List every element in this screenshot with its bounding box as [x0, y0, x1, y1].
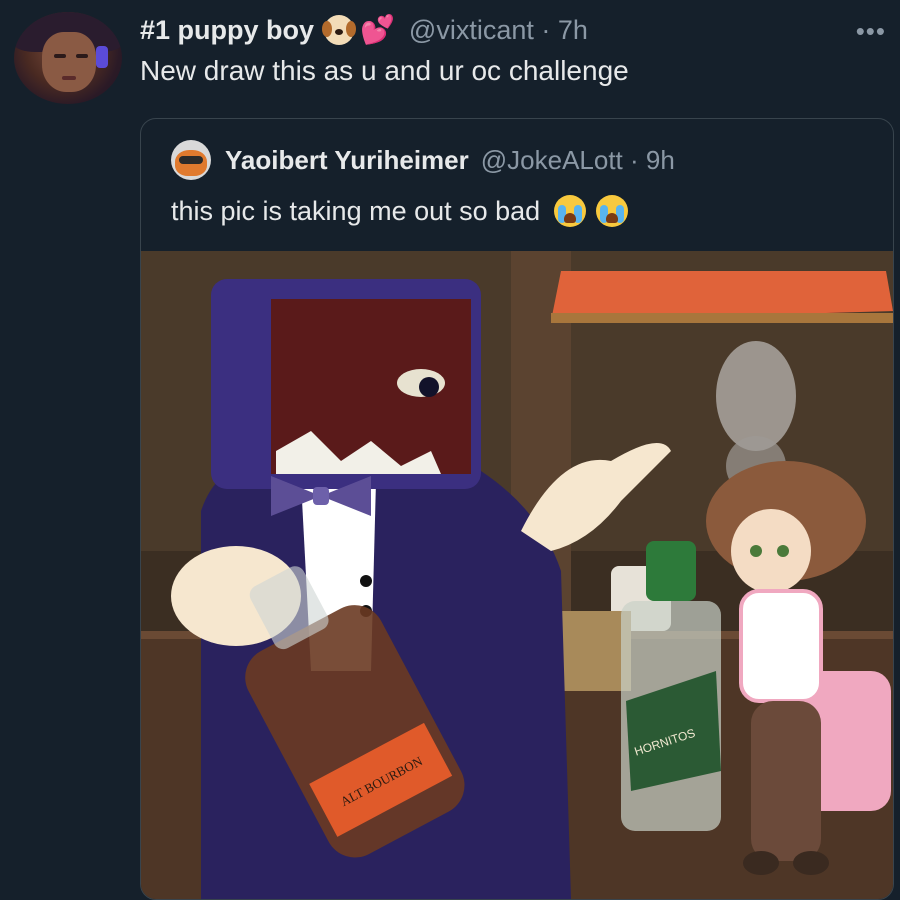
two-hearts-emoji-icon: 💕	[360, 14, 395, 45]
quoted-author-handle[interactable]: @JokeALott · 9h	[481, 145, 675, 176]
avatar-mouth	[62, 76, 76, 80]
quoted-tweet[interactable]: Yaoibert Yuriheimer @JokeALott · 9h this…	[140, 118, 894, 900]
tweet-header: #1 puppy boy 💕 @vixticant · 7h	[140, 12, 588, 48]
oc-face	[731, 509, 811, 593]
quoted-tweet-header: Yaoibert Yuriheimer @JokeALott · 9h	[171, 140, 675, 180]
author-display-name[interactable]: #1 puppy boy	[140, 15, 314, 46]
quoted-author-avatar[interactable]	[171, 140, 211, 180]
author-avatar[interactable]	[14, 12, 122, 104]
oc-hoodie	[739, 589, 823, 703]
media-illustration: ALT BOURBON HORNITOS	[141, 251, 893, 899]
avatar-headset	[96, 46, 108, 68]
quoted-tweet-time[interactable]: 9h	[646, 145, 675, 175]
avatar-face	[42, 32, 96, 92]
lamp-base	[716, 341, 796, 451]
oc-legs	[751, 701, 821, 861]
quoted-tweet-text: this pic is taking me out so bad	[171, 195, 629, 227]
tweet[interactable]: #1 puppy boy 💕 @vixticant · 7h ••• New d…	[0, 0, 900, 900]
more-horizontal-icon[interactable]: •••	[856, 16, 886, 47]
quoted-tweet-text-content: this pic is taking me out so bad	[171, 195, 541, 226]
quoted-tweet-media[interactable]: ALT BOURBON HORNITOS	[141, 251, 893, 899]
loudly-crying-face-emoji-icon	[554, 195, 587, 227]
tweet-text: New draw this as u and ur oc challenge	[140, 55, 629, 86]
quoted-author-display-name[interactable]: Yaoibert Yuriheimer	[225, 145, 469, 176]
avatar-eye-left	[54, 54, 66, 58]
author-handle[interactable]: @vixticant · 7h	[409, 15, 588, 46]
avatar-eye-right	[76, 54, 88, 58]
loudly-crying-face-emoji-icon	[596, 195, 629, 227]
dog-face-emoji-icon	[322, 15, 357, 45]
tweet-time[interactable]: 7h	[558, 15, 588, 45]
